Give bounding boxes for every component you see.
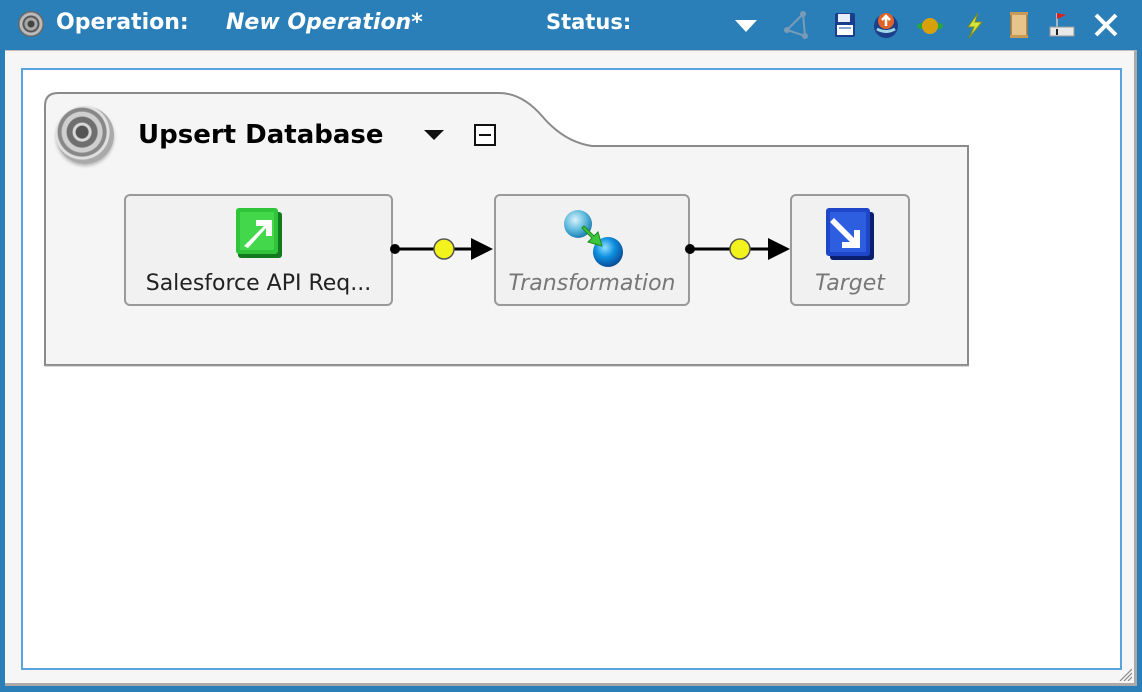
group-menu-dropdown-icon[interactable] [424,130,444,140]
operation-name[interactable]: New Operation* [226,10,423,35]
node-transformation[interactable]: Transformation [494,194,690,306]
transformation-icon [564,210,623,267]
status-dropdown-icon[interactable] [732,10,760,40]
close-icon[interactable] [1092,10,1120,40]
node-source[interactable]: Salesforce API Req... [124,194,393,306]
log-icon[interactable] [1005,10,1033,40]
status-label: Status: [546,10,632,34]
schedule-icon[interactable] [1048,10,1076,40]
connector-2[interactable] [684,237,792,261]
connector-1[interactable] [389,237,495,261]
graph-icon[interactable] [783,10,811,40]
test-icon[interactable] [916,10,944,40]
node-label: Salesforce API Req... [145,271,372,296]
save-icon[interactable] [831,10,859,40]
title-label: Operation: [56,10,189,35]
node-target[interactable]: Target [790,194,910,306]
title-bar: Operation: New Operation* Status: [0,0,1142,50]
target-arrow-icon [826,208,874,260]
operation-group[interactable]: Upsert Database Salesforce API Req... Tr… [44,92,970,367]
deploy-icon[interactable] [872,10,900,40]
node-label: Target [815,271,885,296]
source-arrow-icon [236,208,282,258]
operation-icon [18,11,44,37]
group-collapse-button[interactable] [474,124,496,146]
group-title[interactable]: Upsert Database [138,120,384,150]
operation-gear-icon [56,106,114,164]
node-label: Transformation [508,271,676,296]
run-icon[interactable] [960,10,988,40]
